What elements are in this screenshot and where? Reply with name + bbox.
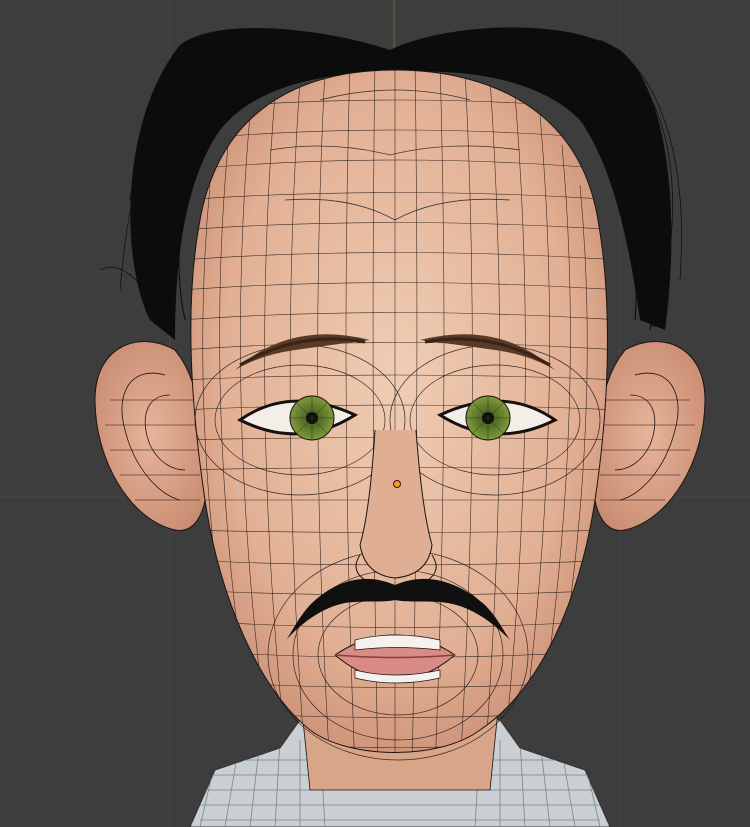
left-ear: [94, 341, 207, 531]
object-origin[interactable]: [393, 480, 401, 488]
right-ear: [593, 341, 706, 531]
3d-viewport[interactable]: [0, 0, 750, 827]
viewport-canvas[interactable]: [0, 0, 750, 827]
